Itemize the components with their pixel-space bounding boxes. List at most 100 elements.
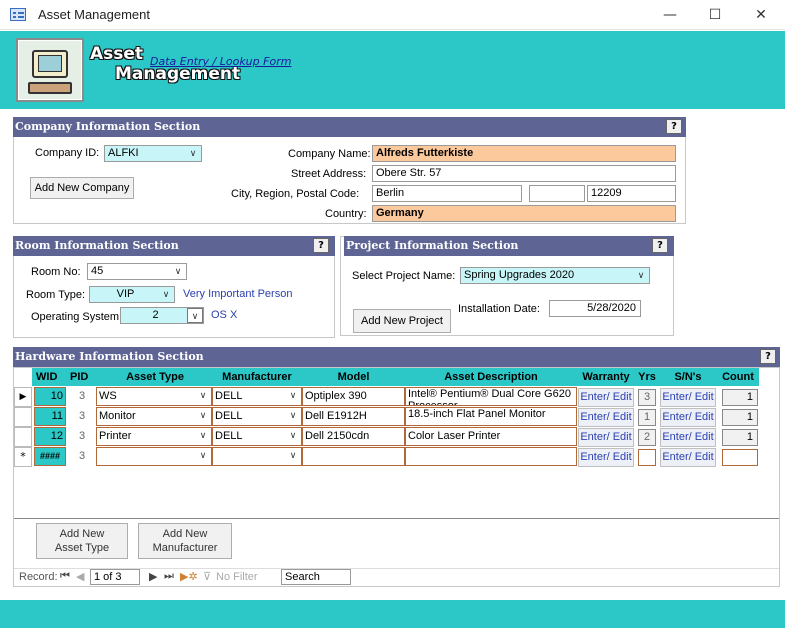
chevron-down-icon[interactable]: ∨ xyxy=(195,448,211,463)
street-address-field[interactable]: Obere Str. 57 xyxy=(372,165,676,182)
manufacturer-combo[interactable]: ∨ xyxy=(212,447,302,466)
model-cell[interactable]: Dell 2150cdn xyxy=(302,427,405,446)
asset-description-cell[interactable]: 18.5-inch Flat Panel Monitor xyxy=(405,407,577,426)
model-cell[interactable] xyxy=(302,447,405,466)
model-cell[interactable]: Optiplex 390 xyxy=(302,387,405,406)
room-no-combo[interactable]: 45 ∨ xyxy=(87,263,187,280)
previous-record-icon[interactable]: ◀ xyxy=(76,570,84,583)
last-record-icon[interactable]: ⏭ xyxy=(164,570,174,583)
company-name-field[interactable]: Alfreds Futterkiste xyxy=(372,145,676,162)
new-record-icon[interactable]: * xyxy=(14,447,32,467)
no-filter-label[interactable]: No Filter xyxy=(216,571,258,583)
screen-icon xyxy=(38,55,62,72)
data-entry-link[interactable]: Data Entry / Lookup Form xyxy=(150,55,291,68)
chevron-down-icon[interactable]: ∨ xyxy=(185,146,201,161)
record-selector[interactable] xyxy=(14,407,32,427)
chevron-down-icon[interactable]: ∨ xyxy=(170,264,186,279)
count-cell: 1 xyxy=(722,409,758,426)
serial-numbers-button[interactable]: Enter/ Edit xyxy=(660,448,716,467)
operating-system-combo[interactable]: 2 ∨ xyxy=(120,307,204,324)
model-cell[interactable]: Dell E1912H xyxy=(302,407,405,426)
asset-type-combo[interactable]: Printer ∨ xyxy=(96,427,212,446)
region-field[interactable] xyxy=(529,185,585,202)
manufacturer-combo[interactable]: DELL ∨ xyxy=(212,427,302,446)
country-field[interactable]: Germany xyxy=(372,205,676,222)
close-button[interactable]: ✕ xyxy=(738,0,784,30)
chevron-down-icon[interactable]: ∨ xyxy=(158,287,174,302)
warranty-button[interactable]: Enter/ Edit xyxy=(578,388,634,407)
years-cell[interactable]: 2 xyxy=(638,429,656,446)
asset-description-cell[interactable]: Intel® Pentium® Dual Core G620 Processor xyxy=(405,387,577,406)
room-type-combo[interactable]: VIP ∨ xyxy=(89,286,175,303)
new-record-icon[interactable]: ▶✲ xyxy=(180,570,198,583)
asset-type-combo[interactable]: Monitor ∨ xyxy=(96,407,212,426)
warranty-button[interactable]: Enter/ Edit xyxy=(578,428,634,447)
company-name-label: Company Name: xyxy=(288,148,371,160)
hardware-section-title: Hardware Information Section xyxy=(15,350,204,363)
city-field[interactable]: Berlin xyxy=(372,185,522,202)
window-title: Asset Management xyxy=(38,7,151,22)
chevron-down-icon[interactable]: ∨ xyxy=(195,388,211,403)
col-asset-type: Asset Type xyxy=(126,371,184,383)
wid-cell[interactable]: 10 xyxy=(34,387,66,406)
asset-description-cell[interactable] xyxy=(405,447,577,466)
chevron-down-icon[interactable]: ∨ xyxy=(285,388,301,403)
hardware-help-button[interactable]: ? xyxy=(760,349,776,364)
minimize-button[interactable]: — xyxy=(647,0,693,30)
postal-code-field[interactable]: 12209 xyxy=(587,185,676,202)
company-id-combo[interactable]: ALFKI ∨ xyxy=(104,145,202,162)
col-sns: S/N's xyxy=(674,371,702,383)
asset-type-value: WS xyxy=(99,390,117,402)
company-section-title: Company Information Section xyxy=(15,120,201,133)
wid-cell[interactable]: #### xyxy=(34,447,66,466)
header-title-line1: Asset xyxy=(90,44,144,64)
col-count: Count xyxy=(722,371,754,383)
serial-numbers-button[interactable]: Enter/ Edit xyxy=(660,388,716,407)
chevron-down-icon[interactable]: ∨ xyxy=(285,408,301,423)
search-input[interactable]: Search xyxy=(281,569,351,585)
room-section-header: Room Information Section xyxy=(13,236,335,256)
serial-numbers-button[interactable]: Enter/ Edit xyxy=(660,428,716,447)
operating-system-value: 2 xyxy=(152,309,159,321)
project-name-combo[interactable]: Spring Upgrades 2020 ∨ xyxy=(460,267,650,284)
warranty-button[interactable]: Enter/ Edit xyxy=(578,448,634,467)
installation-date-field[interactable]: 5/28/2020 xyxy=(549,300,641,317)
wid-cell[interactable]: 11 xyxy=(34,407,66,426)
record-selector[interactable] xyxy=(14,427,32,447)
company-id-label: Company ID: xyxy=(35,147,100,159)
col-manufacturer: Manufacturer xyxy=(222,371,292,383)
project-help-button[interactable]: ? xyxy=(652,238,668,253)
serial-numbers-button[interactable]: Enter/ Edit xyxy=(660,408,716,427)
asset-description-cell[interactable]: Color Laser Printer xyxy=(405,427,577,446)
count-cell xyxy=(722,449,758,466)
current-record-icon[interactable]: ▶ xyxy=(14,387,32,407)
first-record-icon[interactable]: ⏮ xyxy=(60,570,70,583)
chevron-down-icon[interactable]: ∨ xyxy=(285,448,301,463)
company-help-button[interactable]: ? xyxy=(666,119,682,134)
chevron-down-icon[interactable]: ∨ xyxy=(195,408,211,423)
add-new-asset-type-button[interactable]: Add New Asset Type xyxy=(36,523,128,559)
asset-type-combo[interactable]: ∨ xyxy=(96,447,212,466)
manufacturer-combo[interactable]: DELL ∨ xyxy=(212,387,302,406)
chevron-down-icon[interactable]: ∨ xyxy=(195,428,211,443)
wid-cell[interactable]: 12 xyxy=(34,427,66,446)
years-cell[interactable] xyxy=(638,449,656,466)
years-cell[interactable]: 1 xyxy=(638,409,656,426)
add-new-project-button[interactable]: Add New Project xyxy=(353,309,451,333)
filter-icon[interactable]: ⊽ xyxy=(203,570,211,583)
maximize-button[interactable]: ☐ xyxy=(692,0,738,30)
current-record-field[interactable]: 1 of 3 xyxy=(90,569,140,585)
asset-type-value: Monitor xyxy=(99,410,136,422)
years-cell[interactable]: 3 xyxy=(638,389,656,406)
project-section-title: Project Information Section xyxy=(346,239,519,252)
chevron-down-icon[interactable]: ∨ xyxy=(285,428,301,443)
chevron-down-icon[interactable]: ∨ xyxy=(633,268,649,283)
room-help-button[interactable]: ? xyxy=(313,238,329,253)
add-new-manufacturer-button[interactable]: Add New Manufacturer xyxy=(138,523,232,559)
manufacturer-combo[interactable]: DELL ∨ xyxy=(212,407,302,426)
add-new-company-button[interactable]: Add New Company xyxy=(30,177,134,199)
asset-type-combo[interactable]: WS ∨ xyxy=(96,387,212,406)
next-record-icon[interactable]: ▶ xyxy=(149,570,157,583)
chevron-down-icon[interactable]: ∨ xyxy=(187,308,203,323)
warranty-button[interactable]: Enter/ Edit xyxy=(578,408,634,427)
